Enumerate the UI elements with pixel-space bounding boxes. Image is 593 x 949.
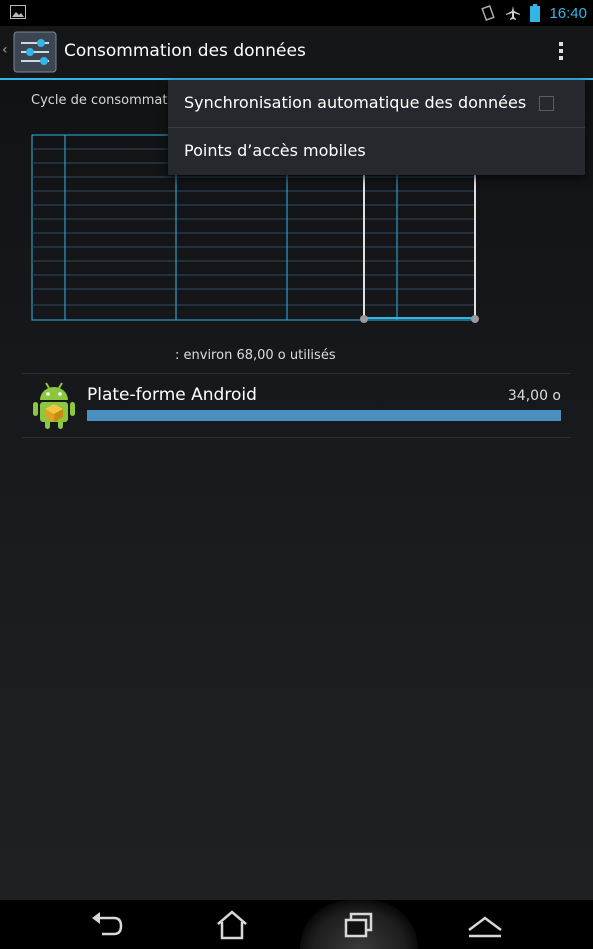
recent-apps-icon[interactable]: [339, 908, 379, 942]
list-item[interactable]: Plate-forme Android 34,00 o: [22, 374, 571, 437]
usage-summary: : environ 68,00 o utilisés: [175, 348, 336, 363]
home-icon[interactable]: [212, 908, 252, 942]
app-name: Plate-forme Android: [87, 385, 257, 405]
cycle-start-handle: [360, 315, 368, 323]
app-usage-bar: [87, 410, 561, 421]
app-usage-size: 34,00 o: [507, 388, 561, 404]
cycle-end-handle: [471, 315, 479, 323]
menu-item-label: Synchronisation automatique des données: [184, 93, 527, 112]
menu-item-mobile-hotspots[interactable]: Points d’accès mobiles: [168, 128, 585, 175]
menu-item-label: Points d’accès mobiles: [184, 141, 366, 160]
android-platform-icon: [33, 382, 75, 429]
overflow-menu: Synchronisation automatique des données …: [168, 80, 585, 175]
menu-item-auto-sync[interactable]: Synchronisation automatique des données: [168, 80, 585, 127]
back-icon[interactable]: [88, 908, 128, 942]
navigation-bar: [0, 900, 593, 949]
divider: [22, 437, 571, 438]
menu-chevron-icon[interactable]: [465, 908, 505, 942]
auto-sync-checkbox[interactable]: [539, 96, 554, 111]
